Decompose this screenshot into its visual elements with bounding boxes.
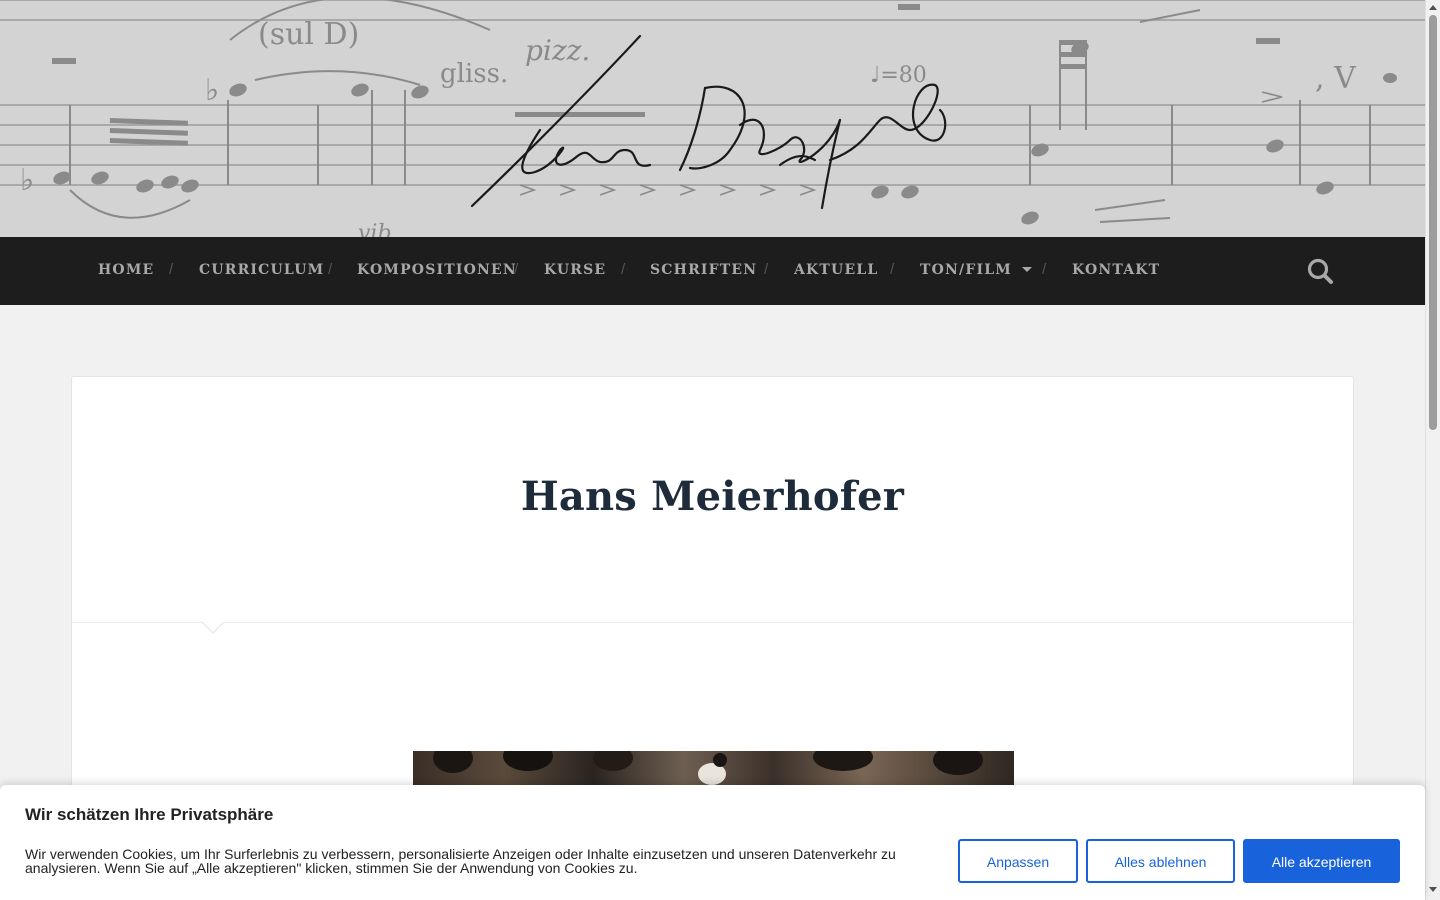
- nav-item-aktuell[interactable]: AKTUELL: [794, 237, 878, 305]
- score-signature-image: (sul D) gliss. pizz. ♩=80 vib ♭ ♭ , V: [0, 0, 1425, 237]
- score-mark-sul-d: (sul D): [258, 17, 359, 52]
- score-mark-gliss: gliss.: [440, 59, 508, 89]
- nav-item-ton-film[interactable]: TON/FILM: [920, 237, 1032, 305]
- scroll-thumb[interactable]: [1429, 15, 1437, 430]
- nav-separator: /: [169, 261, 174, 278]
- nav-item-kontakt[interactable]: KONTAKT: [1072, 237, 1160, 305]
- nav-item-home[interactable]: HOME: [98, 237, 154, 305]
- search-icon[interactable]: [1305, 256, 1335, 286]
- nav-separator: /: [514, 261, 519, 278]
- reject-all-button[interactable]: Alles ablehnen: [1086, 839, 1235, 883]
- nav-separator: /: [621, 261, 626, 278]
- cookie-title: Wir schätzen Ihre Privatsphäre: [25, 805, 274, 824]
- page-title: Hans Meierhofer: [520, 473, 905, 520]
- nav-separator: /: [890, 261, 895, 278]
- main-navigation: HOME / CURRICULUM / KOMPOSITIONEN / KURS…: [0, 237, 1425, 305]
- vertical-scrollbar[interactable]: [1425, 0, 1440, 900]
- nav-item-kompositionen[interactable]: KOMPOSITIONEN: [357, 237, 517, 305]
- nav-item-schriften[interactable]: SCHRIFTEN: [650, 237, 757, 305]
- nav-item-curriculum[interactable]: CURRICULUM: [199, 237, 324, 305]
- header-banner[interactable]: (sul D) gliss. pizz. ♩=80 vib ♭ ♭ , V: [0, 0, 1425, 237]
- nav-separator: /: [1042, 261, 1047, 278]
- score-mark-pizz: pizz.: [525, 34, 590, 67]
- cookie-text: Wir verwenden Cookies, um Ihr Surferlebn…: [25, 846, 896, 876]
- customize-button[interactable]: Anpassen: [958, 839, 1078, 883]
- scroll-up-arrow-icon[interactable]: [1429, 5, 1437, 10]
- scroll-down-arrow-icon[interactable]: [1429, 887, 1437, 892]
- nav-separator: /: [328, 261, 333, 278]
- cookie-consent-banner: Wir schätzen Ihre Privatsphäre Wir verwe…: [0, 785, 1425, 900]
- nav-item-ton-film-label: TON/FILM: [920, 262, 1012, 278]
- nav-separator: /: [764, 261, 769, 278]
- score-mark-vib: vib: [358, 221, 392, 237]
- score-mark-tempo: ♩=80: [870, 63, 927, 88]
- svg-text:♭: ♭: [205, 73, 219, 108]
- caret-down-icon: [1021, 266, 1032, 272]
- svg-text:♭: ♭: [20, 163, 34, 198]
- accept-all-button[interactable]: Alle akzeptieren: [1243, 839, 1400, 883]
- svg-text:, V: , V: [1315, 61, 1357, 96]
- nav-item-kurse[interactable]: KURSE: [544, 237, 606, 305]
- divider: [72, 622, 1353, 623]
